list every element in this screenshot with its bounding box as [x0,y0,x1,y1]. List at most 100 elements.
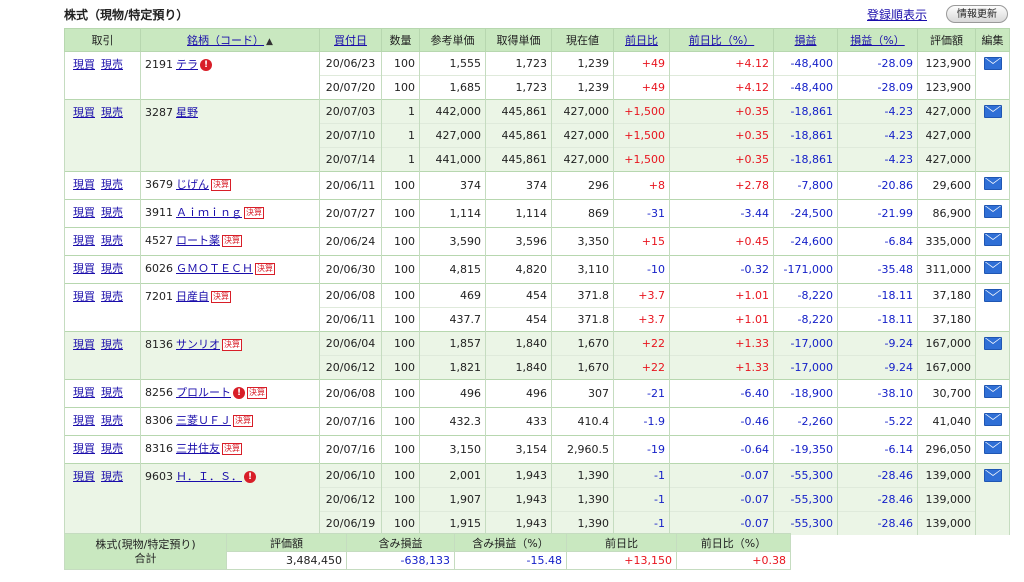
buy-link[interactable]: 現買 [73,58,95,71]
sort-by-stock-link[interactable]: 銘柄（コード） [187,34,264,47]
day-change-pct: -3.44 [669,199,774,228]
day-change-pct: +4.12 [669,75,774,100]
col-pnl-pct[interactable]: 損益（%） [837,28,918,52]
earnings-badge[interactable]: 決算 [211,179,231,191]
buy-link[interactable]: 現買 [73,106,95,119]
col-pnl[interactable]: 損益 [773,28,838,52]
buy-link[interactable]: 現買 [73,338,95,351]
stock-name-link[interactable]: テラ [176,58,198,71]
buy-link[interactable]: 現買 [73,414,95,427]
earnings-badge[interactable]: 決算 [233,415,253,427]
sell-link[interactable]: 現売 [101,58,123,71]
col-day-change-pct[interactable]: 前日比（%） [669,28,774,52]
earnings-badge[interactable]: 決算 [222,235,242,247]
stock-name-link[interactable]: じげん [176,178,209,191]
sell-link[interactable]: 現売 [101,470,123,483]
sell-link[interactable]: 現売 [101,386,123,399]
alert-icon[interactable]: ! [233,387,245,399]
sell-link[interactable]: 現売 [101,234,123,247]
buy-link[interactable]: 現買 [73,234,95,247]
mail-icon[interactable] [983,440,1002,454]
stock-name-link[interactable]: 星野 [176,106,198,119]
mail-icon[interactable] [983,232,1002,246]
current-price: 371.8 [551,283,614,308]
stock-name-link[interactable]: サンリオ [176,338,220,351]
stock-name-link[interactable]: 三井住友 [176,442,220,455]
earnings-badge[interactable]: 決算 [247,387,267,399]
sell-link[interactable]: 現売 [101,414,123,427]
quantity: 100 [381,283,420,308]
alert-icon[interactable]: ! [244,471,256,483]
mail-icon[interactable] [983,336,1002,350]
earnings-badge[interactable]: 決算 [222,339,242,351]
day-change-pct: -0.07 [669,511,774,535]
edit-cell [975,435,1010,464]
pnl-pct: -4.23 [837,147,918,172]
sell-link[interactable]: 現売 [101,290,123,303]
earnings-badge[interactable]: 決算 [244,207,264,219]
stock-name-link[interactable]: 三菱ＵＦＪ [176,414,231,427]
col-day-change[interactable]: 前日比 [613,28,670,52]
quantity: 100 [381,307,420,332]
buy-link[interactable]: 現買 [73,290,95,303]
stock-name-link[interactable]: 日産自 [176,290,209,303]
sell-link[interactable]: 現売 [101,442,123,455]
sort-by-day-change-pct-link[interactable]: 前日比（%） [689,34,754,47]
current-price: 3,350 [551,227,614,256]
sell-link[interactable]: 現売 [101,262,123,275]
mail-icon[interactable] [983,204,1002,218]
buy-link[interactable]: 現買 [73,470,95,483]
pnl: -8,220 [773,283,838,308]
stock-cell: 3679 じげん 決算 [140,171,320,200]
col-buy-date[interactable]: 買付日 [319,28,382,52]
sell-link[interactable]: 現売 [101,178,123,191]
mail-icon[interactable] [983,176,1002,190]
mail-icon[interactable] [983,384,1002,398]
ref-price: 3,150 [419,435,486,464]
mail-icon[interactable] [983,288,1002,302]
sell-link[interactable]: 現売 [101,206,123,219]
ref-price: 374 [419,171,486,200]
buy-link[interactable]: 現買 [73,442,95,455]
refresh-info-button[interactable]: 情報更新 [946,5,1008,23]
current-price: 1,390 [551,511,614,535]
buy-link[interactable]: 現買 [73,178,95,191]
ref-price: 1,114 [419,199,486,228]
stock-name-link[interactable]: プロルート [176,386,231,399]
sort-by-day-change-link[interactable]: 前日比 [625,34,658,47]
mail-icon[interactable] [983,468,1002,482]
registration-order-link[interactable]: 登録順表示 [867,6,927,23]
stock-code: 3287 [145,106,173,119]
mail-icon[interactable] [983,104,1002,118]
sort-by-pnl-pct-link[interactable]: 損益（%） [850,34,904,47]
sell-link[interactable]: 現売 [101,106,123,119]
day-change: -31 [613,199,670,228]
quantity: 100 [381,463,420,488]
col-valuation: 評価額 [917,28,976,52]
col-ref-price: 参考単価 [419,28,486,52]
mail-icon[interactable] [983,56,1002,70]
ref-price: 496 [419,379,486,408]
table-row: 現買 現売 7201 日産自 決算 20/06/08 100 469 454 371.8 +3.7 +… [64,283,1010,332]
sell-link[interactable]: 現売 [101,338,123,351]
buy-link[interactable]: 現買 [73,262,95,275]
stock-name-link[interactable]: Ｈ．Ｉ．Ｓ． [176,470,242,483]
buy-link[interactable]: 現買 [73,206,95,219]
mail-icon[interactable] [983,260,1002,274]
alert-icon[interactable]: ! [200,59,212,71]
edit-cell [975,227,1010,256]
col-stock[interactable]: 銘柄（コード） ▲ [140,28,320,52]
stock-name-link[interactable]: ＧＭＯＴＥＣＨ [176,262,253,275]
mail-icon[interactable] [983,412,1002,426]
earnings-badge[interactable]: 決算 [222,443,242,455]
day-change-pct: +0.45 [669,227,774,256]
stock-name-link[interactable]: Ａｉｍｉｎｇ [176,206,242,219]
earnings-badge[interactable]: 決算 [211,291,231,303]
sort-by-pnl-link[interactable]: 損益 [795,34,817,47]
valuation: 167,000 [917,355,976,380]
buy-link[interactable]: 現買 [73,386,95,399]
earnings-badge[interactable]: 決算 [255,263,275,275]
sort-by-date-link[interactable]: 買付日 [334,34,367,47]
stock-cell: 6026 ＧＭＯＴＥＣＨ 決算 [140,255,320,284]
stock-name-link[interactable]: ロート薬 [176,234,220,247]
